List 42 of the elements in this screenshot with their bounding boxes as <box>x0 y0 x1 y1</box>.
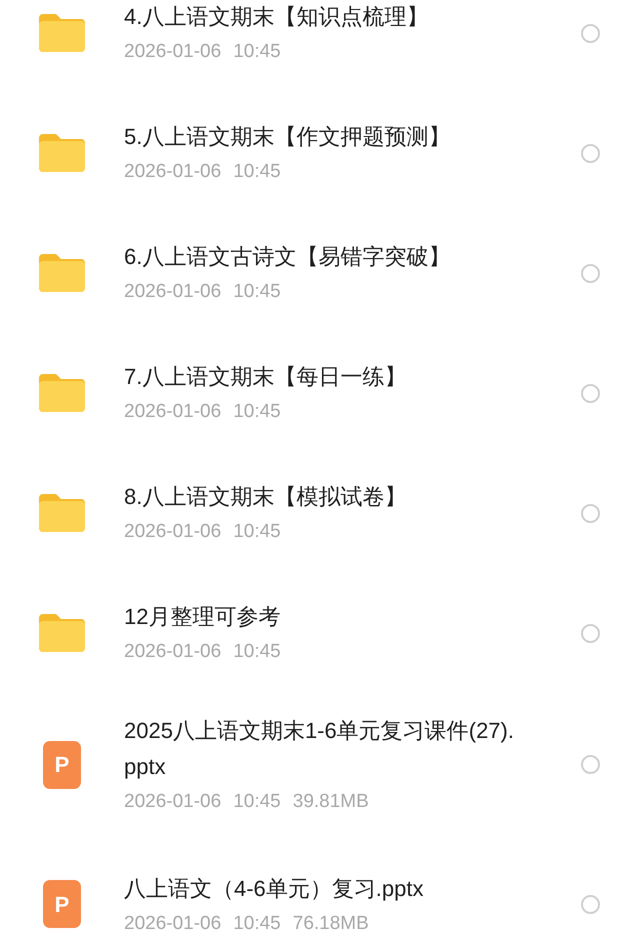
file-date: 2026-01-06 <box>124 912 222 934</box>
folder-icon <box>37 252 87 294</box>
file-time: 10:45 <box>233 280 281 304</box>
folder-icon <box>37 12 87 54</box>
file-time: 10:45 <box>233 640 281 664</box>
file-time: 10:45 <box>233 40 281 64</box>
file-time: 10:45 <box>233 160 281 184</box>
file-size: 39.81MB <box>292 790 369 814</box>
file-size: 76.18MB <box>292 912 369 934</box>
file-time: 10:45 <box>233 520 281 544</box>
file-name: 8.八上语文期末【模拟试卷】 <box>124 483 408 512</box>
presentation-file-icon: P <box>43 880 81 928</box>
file-date: 2026-01-06 <box>124 280 222 304</box>
file-name: 八上语文（4-6单元）复习.pptx <box>124 874 424 903</box>
file-date: 2026-01-06 <box>124 160 222 184</box>
file-name: 5.八上语文期末【作文押题预测】 <box>124 123 452 152</box>
folder-icon <box>37 612 87 654</box>
file-name: 12月整理可参考 <box>124 603 282 632</box>
file-time: 10:45 <box>233 400 281 424</box>
file-time: 10:45 <box>233 912 281 934</box>
select-radio[interactable] <box>581 504 600 522</box>
file-name: 6.八上语文古诗文【易错字突破】 <box>124 243 452 272</box>
select-radio[interactable] <box>581 264 600 282</box>
file-name: 7.八上语文期末【每日一练】 <box>124 363 408 392</box>
file-date: 2026-01-06 <box>124 520 222 544</box>
folder-icon <box>37 372 87 414</box>
select-radio[interactable] <box>581 624 600 642</box>
select-radio[interactable] <box>581 384 600 402</box>
select-radio[interactable] <box>581 144 600 162</box>
folder-icon <box>37 132 87 174</box>
folder-icon <box>37 492 87 534</box>
select-radio[interactable] <box>581 894 600 914</box>
select-radio[interactable] <box>581 24 600 42</box>
file-date: 2026-01-06 <box>124 640 222 664</box>
file-name: 2025八上语文期末1-6单元复习课件(27).pptx <box>124 717 515 781</box>
file-date: 2026-01-06 <box>124 40 222 64</box>
select-radio[interactable] <box>581 755 600 774</box>
file-time: 10:45 <box>233 790 281 814</box>
presentation-file-icon: P <box>43 740 81 789</box>
file-date: 2026-01-06 <box>124 400 222 424</box>
file-name: 4.八上语文期末【知识点梳理】 <box>124 3 430 32</box>
file-date: 2026-01-06 <box>124 790 222 814</box>
